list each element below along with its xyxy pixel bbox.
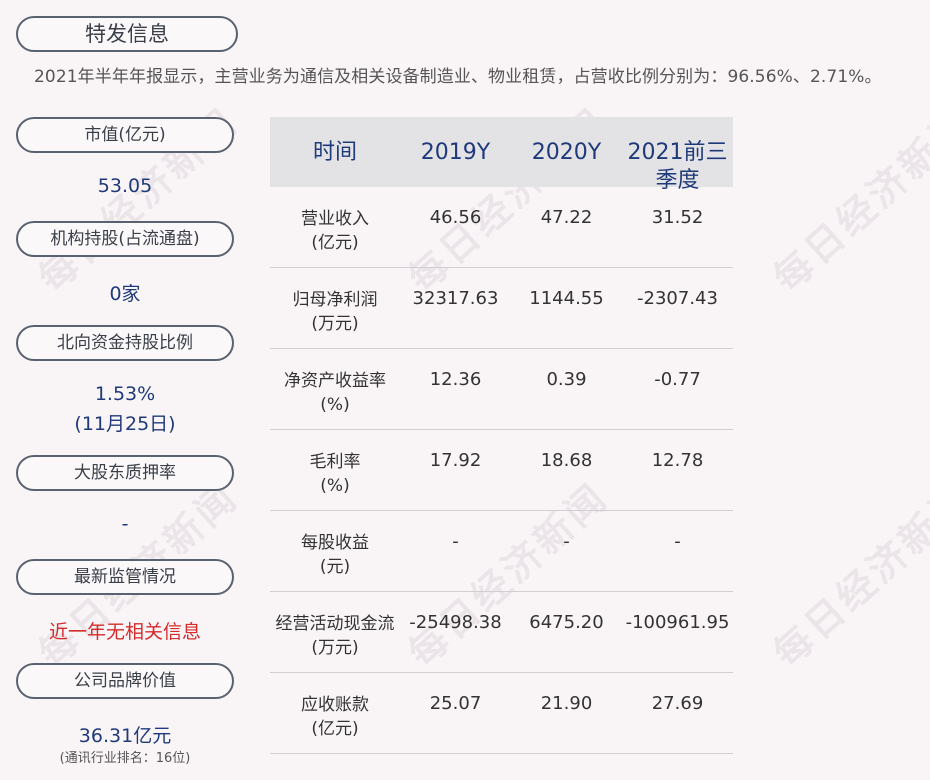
market-cap-label: 市值(亿元) bbox=[16, 117, 234, 153]
row-unit: (亿元) bbox=[311, 719, 359, 739]
row-label: 经营活动现金流 bbox=[275, 614, 395, 634]
table-cell: - bbox=[674, 531, 681, 552]
brand-value-rank-note: (通讯行业排名：16位) bbox=[59, 751, 191, 766]
table-cell: 47.22 bbox=[540, 207, 593, 228]
row-divider bbox=[270, 429, 733, 430]
header-2021q3: 2021前三 bbox=[627, 140, 728, 165]
row-divider bbox=[270, 267, 733, 268]
table-cell: 32317.63 bbox=[412, 288, 499, 309]
header-2020y: 2020Y bbox=[531, 140, 602, 165]
table-cell: 1144.55 bbox=[529, 288, 604, 309]
page-title: 特发信息 bbox=[16, 16, 238, 52]
table-cell: -100961.95 bbox=[625, 612, 730, 633]
header-2021q3-line2: 季度 bbox=[655, 168, 700, 193]
pledge-ratio-value: - bbox=[121, 513, 129, 535]
watermark: 每日经济新闻 bbox=[764, 474, 930, 676]
row-label: 净资产收益率 bbox=[284, 371, 386, 391]
intro-text: 2021年半年年报显示，主营业务为通信及相关设备制造业、物业租赁，占营收比例分别… bbox=[34, 67, 882, 87]
table-cell: 17.92 bbox=[429, 450, 482, 471]
row-label: 毛利率 bbox=[309, 452, 361, 472]
market-cap-value: 53.05 bbox=[97, 175, 153, 197]
row-unit: (万元) bbox=[311, 314, 359, 334]
row-unit: (%) bbox=[320, 476, 350, 496]
table-cell: 21.90 bbox=[540, 693, 593, 714]
row-label: 每股收益 bbox=[301, 533, 369, 553]
table-cell: -0.77 bbox=[654, 369, 701, 390]
institutional-holding-label: 机构持股(占流通盘) bbox=[16, 221, 234, 257]
row-divider bbox=[270, 510, 733, 511]
table-cell: 27.69 bbox=[651, 693, 704, 714]
table-cell: 31.52 bbox=[651, 207, 704, 228]
table-cell: - bbox=[563, 531, 570, 552]
row-unit: (亿元) bbox=[311, 233, 359, 253]
northbound-ratio-label: 北向资金持股比例 bbox=[16, 325, 234, 361]
row-divider bbox=[270, 591, 733, 592]
table-cell: 0.39 bbox=[546, 369, 587, 390]
table-cell: 18.68 bbox=[540, 450, 593, 471]
table-cell: -2307.43 bbox=[637, 288, 718, 309]
regulatory-status-value: 近一年无相关信息 bbox=[48, 621, 201, 643]
institutional-holding-value: 0家 bbox=[109, 283, 141, 305]
brand-value-value: 36.31亿元 bbox=[78, 725, 172, 747]
row-divider bbox=[270, 348, 733, 349]
header-2019y: 2019Y bbox=[420, 140, 491, 165]
row-unit: (万元) bbox=[311, 638, 359, 658]
table-cell: 6475.20 bbox=[529, 612, 604, 633]
table-cell: 46.56 bbox=[429, 207, 482, 228]
row-unit: (元) bbox=[319, 557, 351, 577]
watermark: 每日经济新闻 bbox=[399, 474, 617, 676]
row-label: 归母净利润 bbox=[292, 290, 378, 310]
row-divider bbox=[270, 672, 733, 673]
table-cell: 12.36 bbox=[429, 369, 482, 390]
row-divider bbox=[270, 753, 733, 754]
table-cell: - bbox=[452, 531, 459, 552]
regulatory-status-label: 最新监管情况 bbox=[16, 559, 234, 595]
row-label: 营业收入 bbox=[301, 209, 369, 229]
row-label: 应收账款 bbox=[301, 695, 369, 715]
northbound-ratio-date: (11月25日) bbox=[74, 413, 176, 435]
table-cell: 25.07 bbox=[429, 693, 482, 714]
watermark: 每日经济新闻 bbox=[764, 99, 930, 301]
pledge-ratio-label: 大股东质押率 bbox=[16, 455, 234, 491]
brand-value-label: 公司品牌价值 bbox=[16, 663, 234, 699]
header-time: 时间 bbox=[312, 140, 357, 165]
table-cell: -25498.38 bbox=[409, 612, 502, 633]
table-cell: 12.78 bbox=[651, 450, 704, 471]
row-unit: (%) bbox=[320, 395, 350, 415]
northbound-ratio-value: 1.53% bbox=[94, 383, 156, 405]
